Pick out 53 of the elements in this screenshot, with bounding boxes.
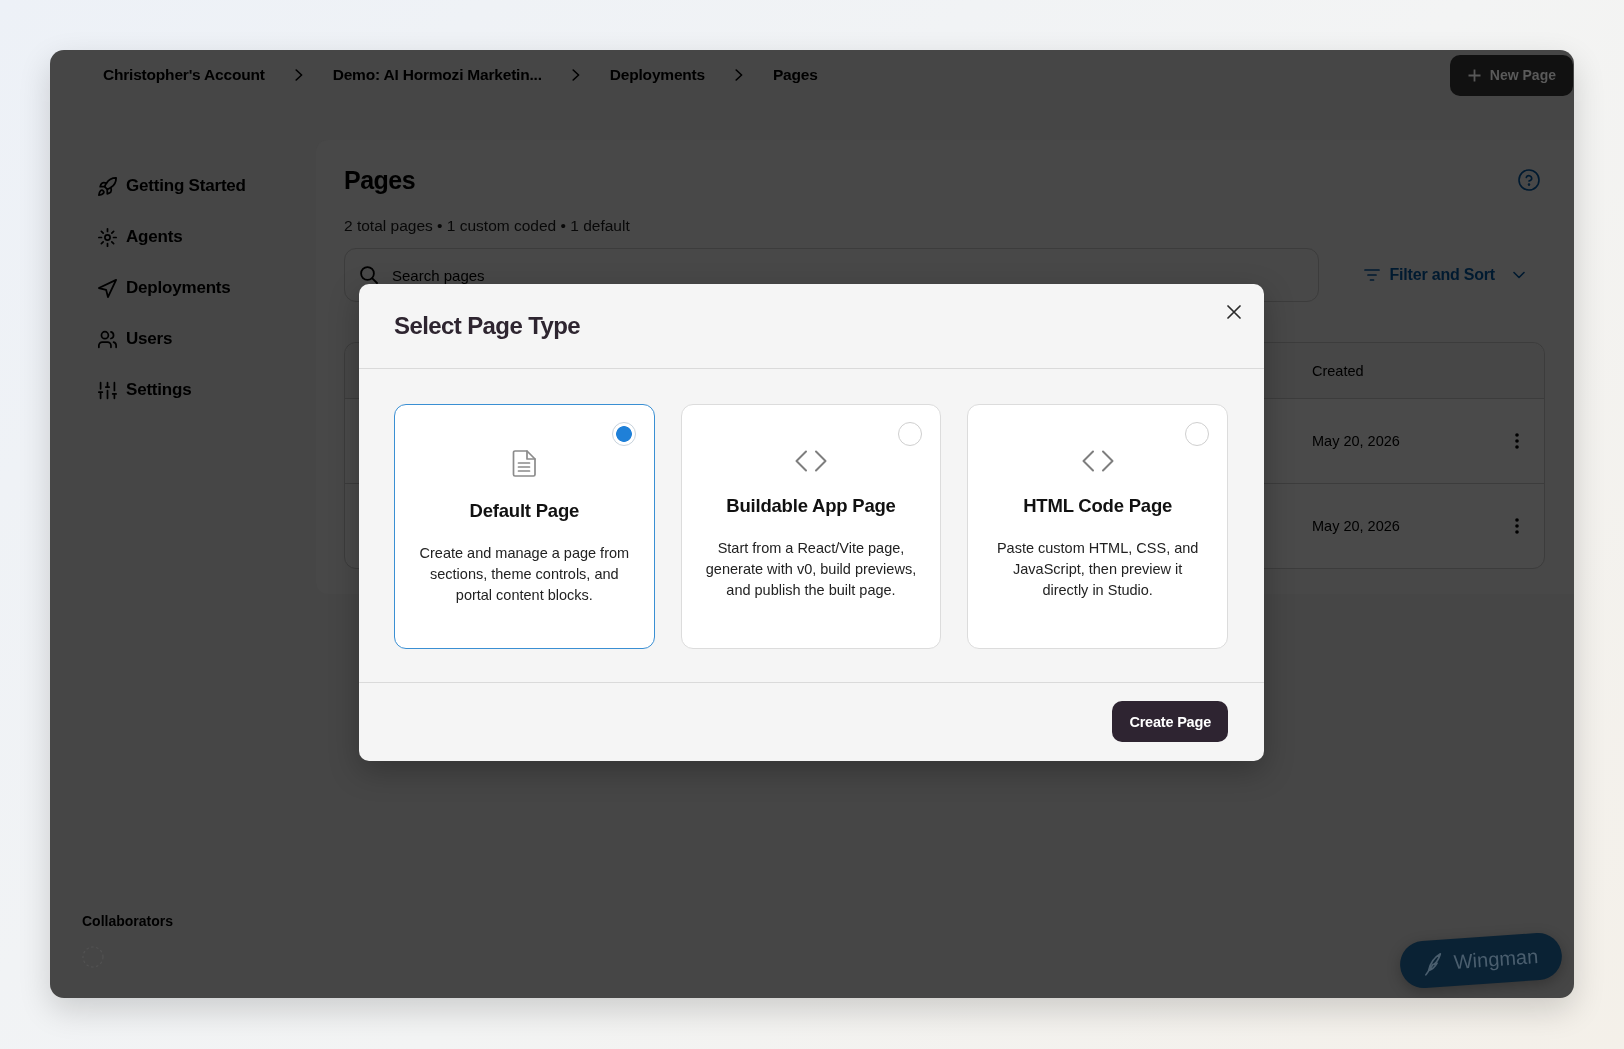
- page-type-card[interactable]: Default Page Create and manage a page from sections, theme controls, and portal content blocks.: [394, 404, 655, 649]
- close-icon: [1227, 305, 1241, 319]
- chevron-right-icon: [571, 69, 580, 81]
- new-page-button[interactable]: New Page: [1449, 54, 1573, 96]
- card-description: Paste custom HTML, CSS, and JavaScript, then preview it directly in Studio.: [995, 539, 1200, 600]
- page-type-card[interactable]: HTML Code Page Paste custom HTML, CSS, and JavaScript, then preview it directly in Studio.: [967, 404, 1228, 649]
- sliders-icon: [98, 380, 117, 400]
- sidebar-item[interactable]: Settings: [98, 376, 192, 404]
- users-icon: [98, 329, 117, 349]
- radio-button[interactable]: [1185, 422, 1209, 446]
- card-title: HTML Code Page: [1023, 495, 1173, 517]
- create-page-button[interactable]: Create Page: [1112, 701, 1228, 742]
- sidebar-item[interactable]: Users: [98, 325, 173, 353]
- close-button[interactable]: [1227, 305, 1241, 319]
- chevron-right-icon: [294, 69, 303, 81]
- breadcrumb-link[interactable]: Christopher's Account: [93, 60, 275, 90]
- code-brackets-icon: [795, 450, 827, 472]
- breadcrumb-link[interactable]: Deployments: [599, 60, 715, 90]
- card-description: Create and manage a page from sections, theme controls, and portal content blocks.: [418, 543, 631, 605]
- breadcrumb-link[interactable]: Pages: [762, 60, 828, 90]
- chevron-right-icon: [734, 69, 743, 81]
- plus-icon: [1467, 68, 1481, 82]
- rocket-icon: [98, 176, 117, 196]
- radio-button[interactable]: [611, 422, 636, 446]
- page-title: Pages: [344, 165, 416, 196]
- column-header: Created: [1312, 362, 1364, 379]
- chevron-down-icon: [1513, 271, 1525, 279]
- card-title: Default Page: [469, 499, 580, 522]
- feather-icon: [1423, 952, 1443, 976]
- card-title: Buildable App Page: [726, 495, 896, 517]
- page-summary: 2 total pages • 1 custom coded • 1 default: [344, 216, 631, 236]
- wingman-button[interactable]: Wingman: [1398, 931, 1564, 990]
- breadcrumb-link[interactable]: Demo: AI Hormozi Marketin...: [322, 60, 552, 90]
- sidebar-item[interactable]: Getting Started: [98, 172, 246, 200]
- search-icon: [360, 266, 378, 284]
- table-cell: May 20, 2026: [1312, 433, 1400, 449]
- navigation-arrow-icon: [98, 278, 117, 298]
- sidebar-item[interactable]: Deployments: [98, 274, 231, 302]
- section-label: Collaborators: [82, 913, 173, 929]
- filter-sort-button[interactable]: Filter and Sort: [1363, 266, 1525, 284]
- radio-button[interactable]: [898, 422, 923, 446]
- sun-icon: [98, 227, 117, 247]
- more-options-icon[interactable]: [1514, 433, 1519, 449]
- card-description: Start from a React/Vite page, generate with v0, build previews, and publish the built page.: [704, 539, 918, 600]
- page-type-card[interactable]: Buildable App Page Start from a React/Vite page, generate with v0, build previews, and publish the built page.: [680, 404, 942, 649]
- document-icon: [512, 449, 537, 477]
- help-icon[interactable]: [1518, 169, 1540, 191]
- table-cell: May 20, 2026: [1312, 518, 1400, 534]
- sidebar-item[interactable]: Agents: [98, 223, 183, 251]
- code-brackets-icon: [1081, 450, 1114, 472]
- dialog-title: Select Page Type: [394, 312, 581, 340]
- filter-icon: [1363, 269, 1380, 281]
- more-options-icon[interactable]: [1514, 518, 1519, 534]
